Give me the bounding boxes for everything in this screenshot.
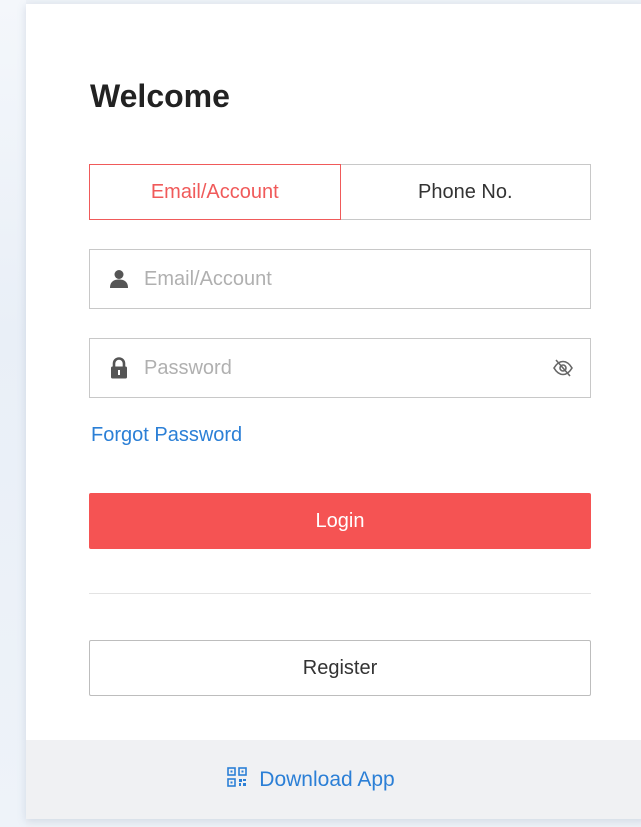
tab-email-account[interactable]: Email/Account [89, 164, 341, 220]
password-input[interactable] [144, 339, 550, 397]
login-button[interactable]: Login [89, 493, 591, 549]
eye-slash-icon[interactable] [550, 355, 576, 381]
password-field [89, 338, 591, 398]
page-title: Welcome [90, 78, 230, 114]
lock-icon [108, 357, 130, 379]
divider [89, 593, 591, 594]
tab-phone-no[interactable]: Phone No. [340, 164, 591, 220]
footer-bar: Download App [26, 740, 641, 819]
download-app-label: Download App [259, 767, 395, 791]
forgot-password-link[interactable]: Forgot Password [91, 424, 242, 447]
login-card: Welcome Email/Account Phone No. Email/Ac… [26, 4, 641, 819]
login-method-tabs: Email/Account Phone No. [89, 164, 591, 220]
page-background [0, 0, 26, 827]
account-field [89, 249, 591, 309]
user-icon [108, 268, 130, 290]
download-app-link[interactable]: Download App [227, 767, 395, 792]
register-button[interactable]: Register [89, 640, 591, 696]
qr-code-icon [227, 767, 248, 792]
email-account-input[interactable] [144, 250, 590, 308]
